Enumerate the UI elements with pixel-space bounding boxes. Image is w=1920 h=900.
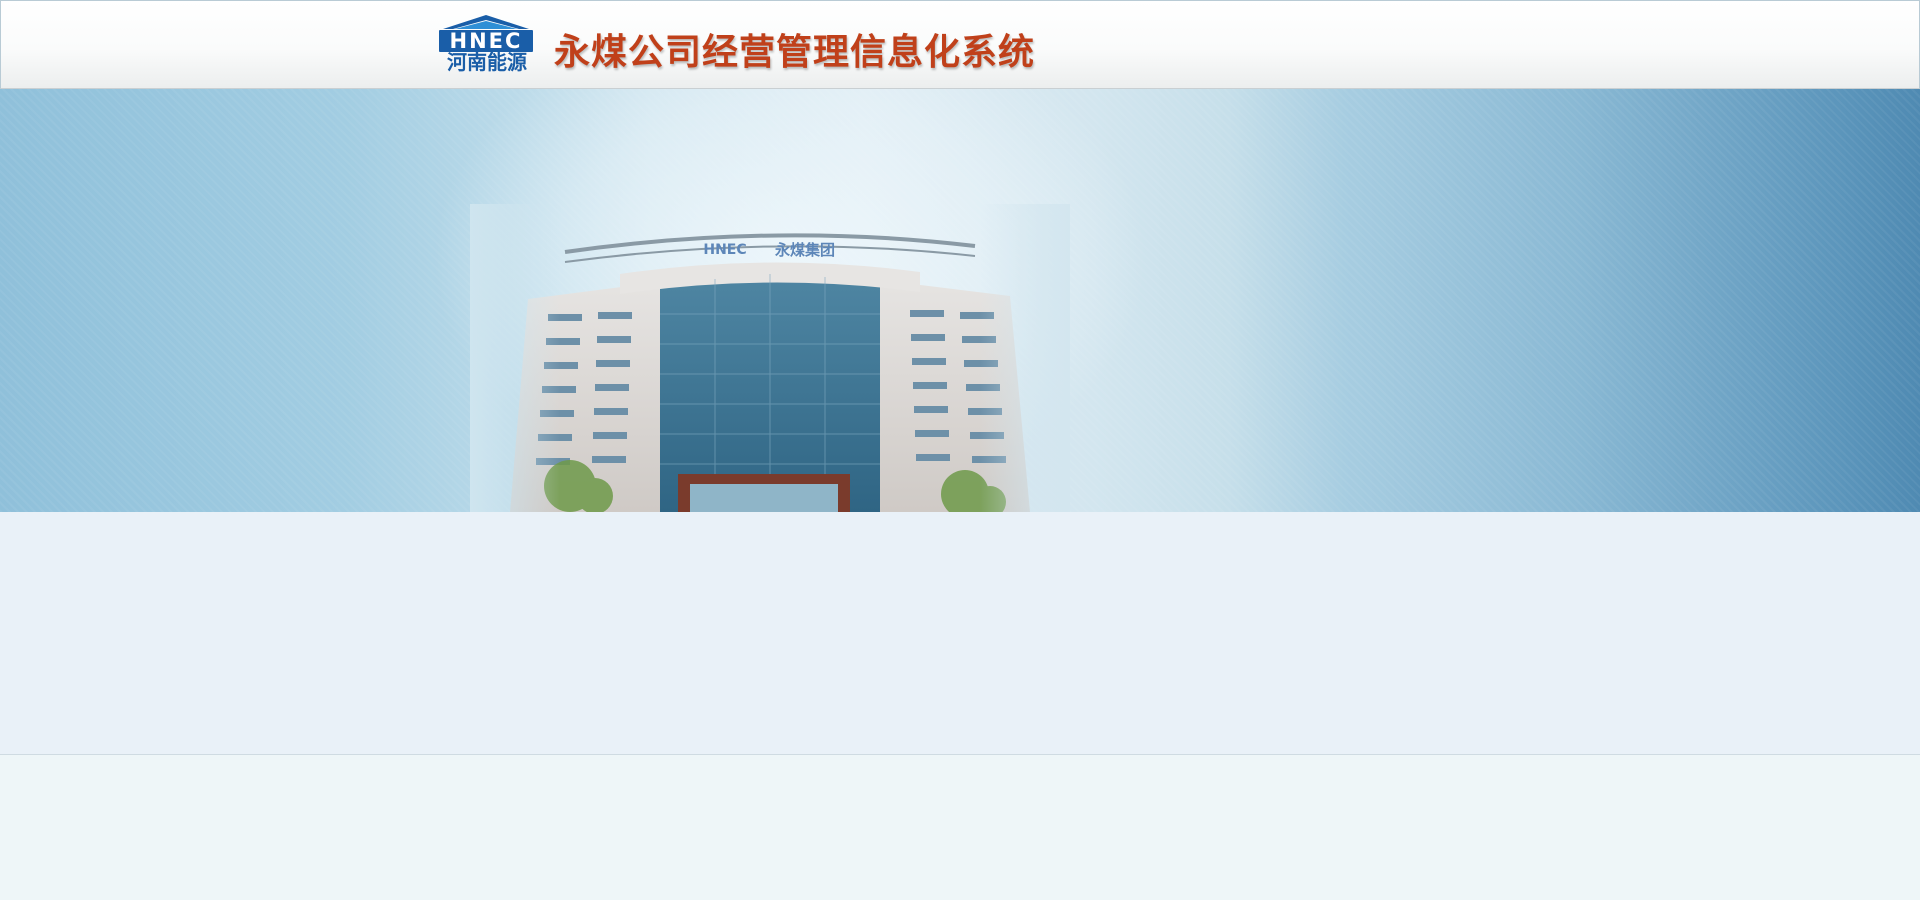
footer-area: [0, 755, 1920, 900]
headquarters-building-image: HNEC 永煤集团: [470, 204, 1070, 512]
building-sign-name: 永煤集团: [774, 241, 835, 259]
hnec-logo-icon: HNEC: [439, 15, 533, 53]
app-header: HNEC 河南能源 永煤公司经营管理信息化系统: [0, 0, 1920, 89]
building-sign-abbr: HNEC: [703, 242, 746, 258]
logo-name: 河南能源: [447, 50, 527, 74]
content-area: [0, 512, 1920, 755]
app-title: 永煤公司经营管理信息化系统: [554, 32, 1036, 73]
hero-banner: HNEC 永煤集团: [0, 89, 1920, 512]
company-logo: HNEC 河南能源: [437, 13, 535, 75]
